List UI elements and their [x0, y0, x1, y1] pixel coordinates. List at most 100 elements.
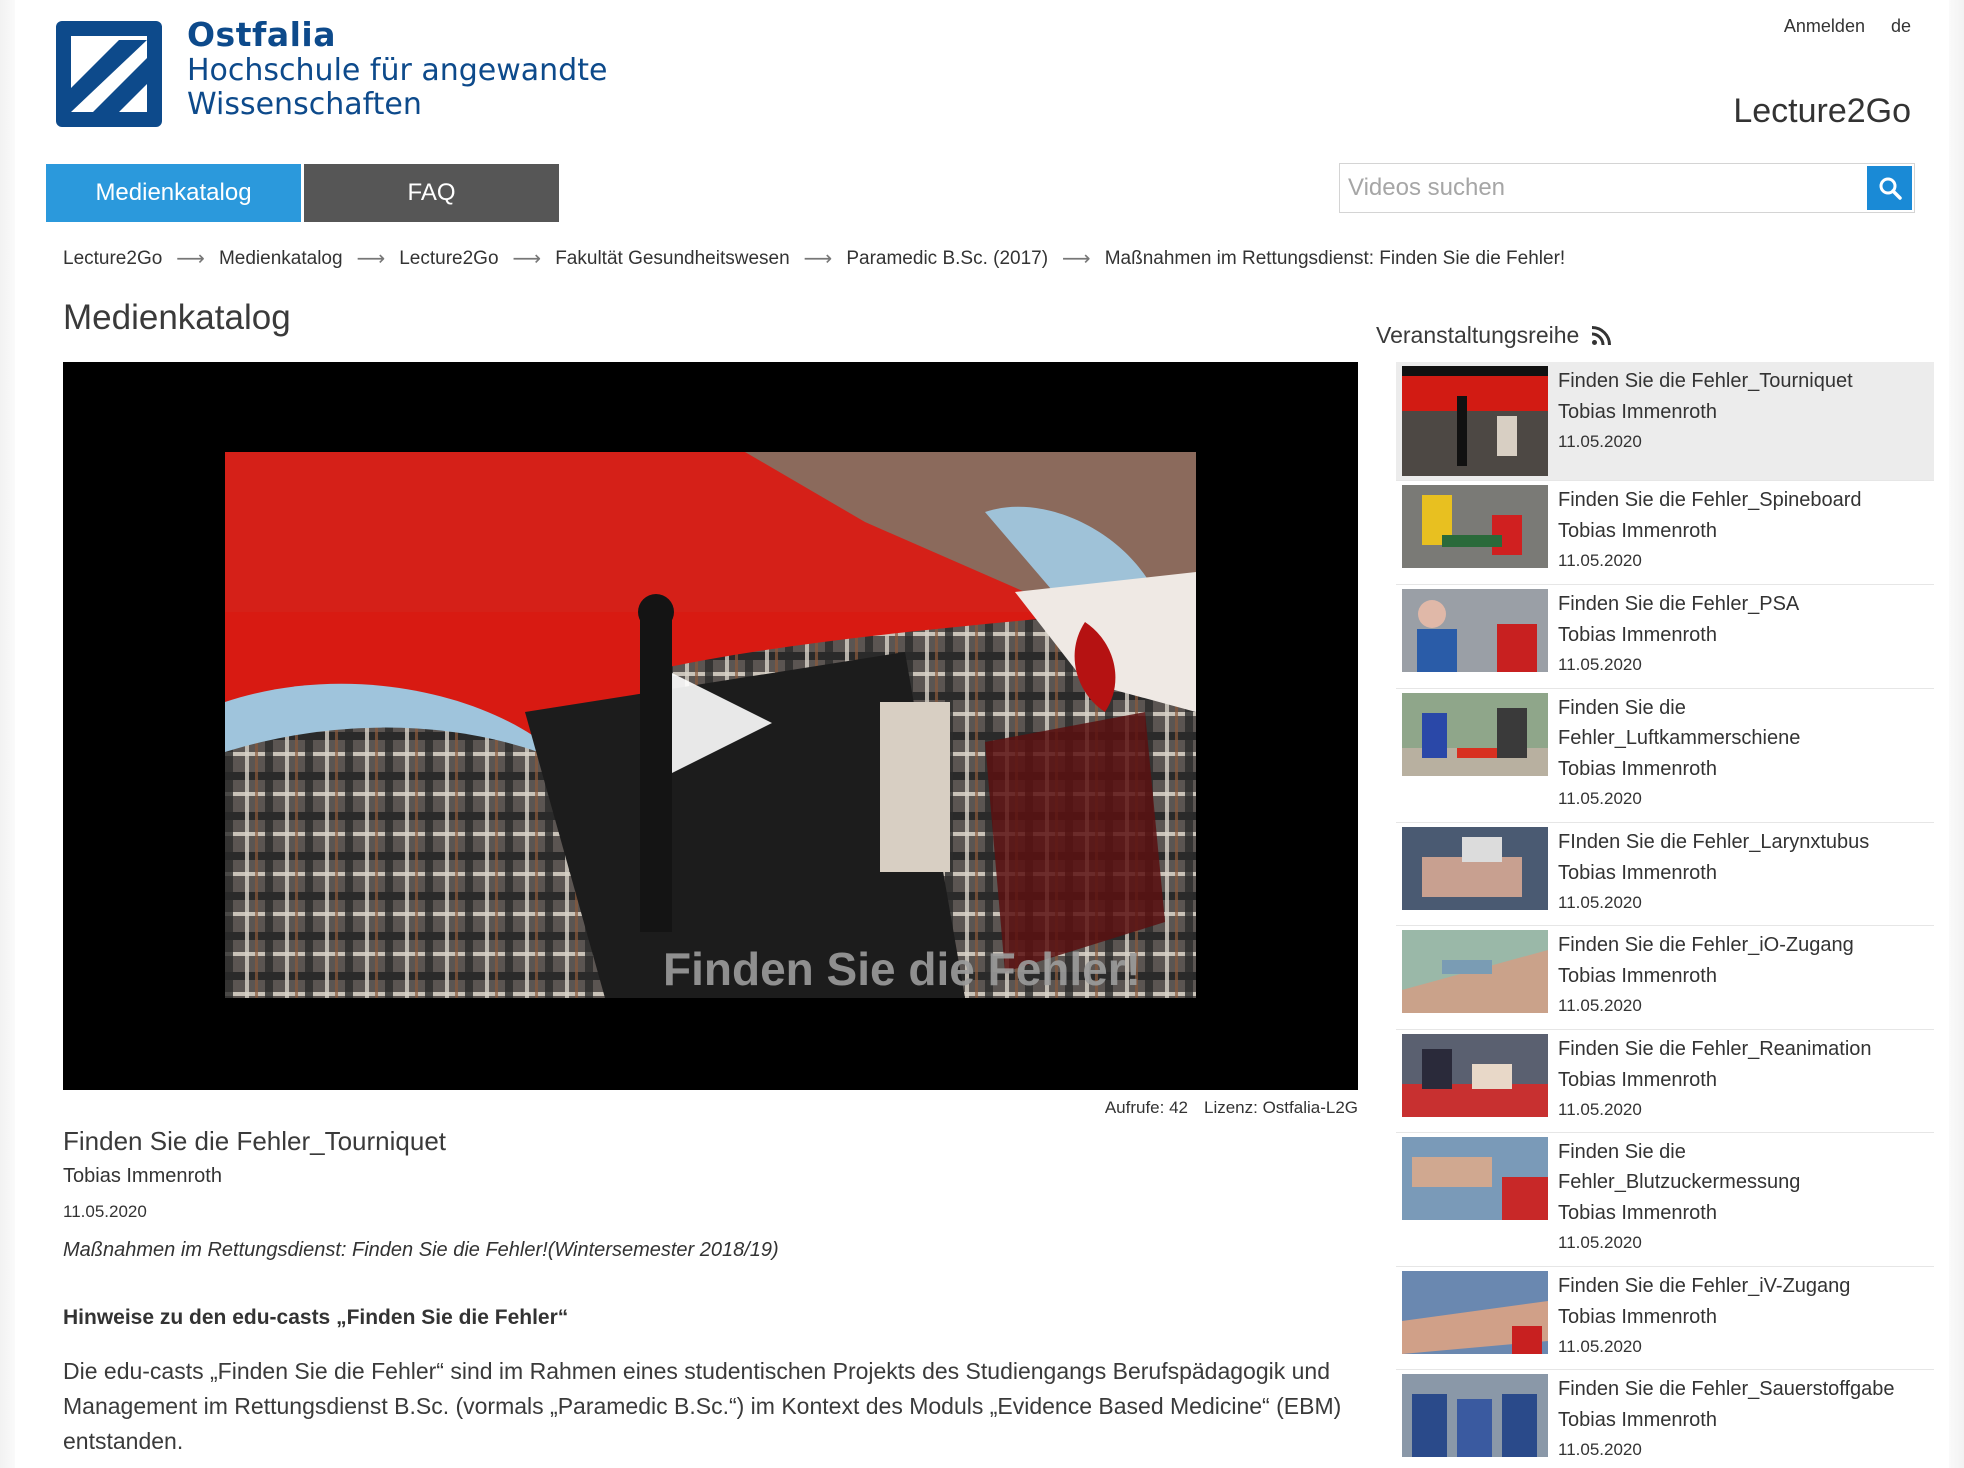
playlist-item-title[interactable]: Finden Sie die Fehler_Sauerstoffgabe: [1558, 1374, 1895, 1404]
playlist-info: Finden Sie die Fehler_iV-Zugang Tobias I…: [1558, 1271, 1850, 1365]
rss-icon[interactable]: [1591, 325, 1612, 346]
playlist-thumbnail: [1402, 1374, 1548, 1468]
playlist-thumbnail: [1402, 1034, 1548, 1128]
playlist-item[interactable]: FInden Sie die Fehler_Larynxtubus Tobias…: [1396, 823, 1934, 926]
playlist-info: Finden Sie die Fehler_PSA Tobias Immenro…: [1558, 589, 1799, 684]
playlist-item-title[interactable]: Finden Sie die Fehler_Tourniquet: [1558, 366, 1853, 396]
playlist-item[interactable]: Finden Sie die Fehler_iV-Zugang Tobias I…: [1396, 1267, 1934, 1370]
logo-line-2: Hochschule für angewandte: [187, 52, 608, 88]
playlist-item-author: Tobias Immenroth: [1558, 1409, 1717, 1431]
search-button[interactable]: [1867, 166, 1912, 210]
breadcrumb-separator: ⟶: [803, 248, 833, 270]
video-author[interactable]: Tobias Immenroth: [63, 1165, 222, 1188]
playlist-item-date: 11.05.2020: [1558, 551, 1642, 570]
playlist-item-title[interactable]: Finden Sie die Fehler_iV-Zugang: [1558, 1271, 1850, 1301]
video-overlay-text: Finden Sie die Fehler!: [663, 943, 1141, 995]
playlist-thumbnail: [1402, 693, 1548, 818]
logo-line-3: Wissenschaften: [187, 87, 422, 123]
playlist-item[interactable]: Finden Sie die Fehler_Luftkammerschiene …: [1396, 689, 1934, 823]
nav-item-medienkatalog[interactable]: Medienkatalog: [46, 164, 301, 222]
breadcrumb-item[interactable]: Lecture2Go: [63, 248, 162, 270]
playlist-info: Finden Sie die Fehler_Luftkammerschiene …: [1558, 693, 1818, 818]
playlist-item-author: Tobias Immenroth: [1558, 758, 1717, 780]
license-label: Lizenz: Ostfalia-L2G: [1203, 1098, 1358, 1117]
login-link[interactable]: Anmelden: [1784, 16, 1865, 37]
breadcrumb-item[interactable]: Paramedic B.Sc. (2017): [846, 248, 1048, 270]
breadcrumb-item-current: Maßnahmen im Rettungsdienst: Finden Sie …: [1104, 247, 1566, 269]
nav-item-faq[interactable]: FAQ: [304, 164, 559, 222]
playlist-item-title[interactable]: Finden Sie die Fehler_Luftkammerschiene: [1558, 693, 1818, 753]
playlist-item[interactable]: Finden Sie die Fehler_Tourniquet Tobias …: [1396, 362, 1934, 481]
playlist-thumbnail: [1402, 930, 1548, 1025]
breadcrumb-separator: ⟶: [512, 248, 542, 270]
brand-title: Lecture2Go: [1733, 92, 1911, 130]
playlist-item-author: Tobias Immenroth: [1558, 862, 1717, 884]
top-links: Anmelden de: [1784, 16, 1911, 37]
playlist-item-date: 11.05.2020: [1558, 432, 1642, 451]
playlist-item-author: Tobias Immenroth: [1558, 624, 1717, 646]
playlist-item-date: 11.05.2020: [1558, 1100, 1642, 1119]
search-icon: [1879, 177, 1902, 200]
playlist-item-title[interactable]: Finden Sie die Fehler_Blutzuckermessung: [1558, 1137, 1818, 1197]
playlist-item-date: 11.05.2020: [1558, 655, 1642, 674]
playlist-thumbnail: [1402, 827, 1548, 921]
video-series[interactable]: Maßnahmen im Rettungsdienst: Finden Sie …: [63, 1239, 779, 1262]
ostfalia-logo-icon: [56, 21, 162, 127]
playlist-item[interactable]: Finden Sie die Fehler_Reanimation Tobias…: [1396, 1030, 1934, 1133]
playlist-item-title[interactable]: Finden Sie die Fehler_Reanimation: [1558, 1034, 1872, 1064]
video-player[interactable]: Finden Sie die Fehler!: [63, 362, 1358, 1090]
breadcrumb: Lecture2Go ⟶ Medienkatalog ⟶ Lecture2Go …: [63, 246, 1565, 271]
playlist-item-author: Tobias Immenroth: [1558, 401, 1717, 423]
playlist-item-date: 11.05.2020: [1558, 893, 1642, 912]
video-date: 11.05.2020: [63, 1202, 147, 1221]
playlist-item-date: 11.05.2020: [1558, 1440, 1642, 1459]
playlist-info: Finden Sie die Fehler_Tourniquet Tobias …: [1558, 366, 1853, 476]
playlist-item-title[interactable]: FInden Sie die Fehler_Larynxtubus: [1558, 827, 1869, 857]
page: Ostfalia Hochschule für angewandte Wisse…: [15, 0, 1949, 1468]
breadcrumb-item[interactable]: Medienkatalog: [219, 248, 343, 270]
views-count: Aufrufe: 42: [1104, 1098, 1188, 1117]
playlist-item-date: 11.05.2020: [1558, 996, 1642, 1015]
series-title-label: Veranstaltungsreihe: [1376, 322, 1580, 348]
play-icon[interactable]: [668, 669, 774, 777]
video-title: Finden Sie die Fehler_Tourniquet: [63, 1126, 447, 1156]
logo-line-1: Ostfalia: [187, 15, 336, 54]
breadcrumb-item[interactable]: Fakultät Gesundheitswesen: [555, 248, 789, 270]
playlist-item-author: Tobias Immenroth: [1558, 965, 1717, 987]
breadcrumb-separator: ⟶: [1062, 248, 1091, 270]
language-link[interactable]: de: [1891, 16, 1911, 37]
playlist-item-author: Tobias Immenroth: [1558, 1306, 1717, 1328]
description-heading: Hinweise zu den edu-casts „Finden Sie di…: [63, 1306, 569, 1329]
playlist-item-title[interactable]: Finden Sie die Fehler_PSA: [1558, 589, 1799, 619]
series-title: Veranstaltungsreihe: [1376, 322, 1612, 349]
video-stats: Aufrufe: 42 Lizenz: Ostfalia-L2G: [1105, 1098, 1358, 1118]
main-nav: Medienkatalog FAQ: [46, 164, 559, 222]
playlist-thumbnail: [1402, 589, 1548, 684]
playlist-item-date: 11.05.2020: [1558, 789, 1642, 808]
playlist-item-date: 11.05.2020: [1558, 1233, 1642, 1252]
playlist-info: Finden Sie die Fehler_Spineboard Tobias …: [1558, 485, 1862, 580]
playlist-item-title[interactable]: Finden Sie die Fehler_Spineboard: [1558, 485, 1862, 515]
search-box: [1339, 163, 1915, 213]
playlist-item-date: 11.05.2020: [1558, 1337, 1642, 1356]
breadcrumb-item[interactable]: Lecture2Go: [399, 248, 498, 270]
playlist-thumbnail: [1402, 1137, 1548, 1262]
breadcrumb-separator: ⟶: [356, 248, 386, 270]
playlist-item[interactable]: Finden Sie die Fehler_Sauerstoffgabe Tob…: [1396, 1370, 1934, 1468]
playlist-info: Finden Sie die Fehler_iO-Zugang Tobias I…: [1558, 930, 1854, 1025]
description-text: Die edu-casts „Finden Sie die Fehler“ si…: [63, 1358, 1342, 1454]
playlist-item[interactable]: Finden Sie die Fehler_Blutzuckermessung …: [1396, 1133, 1934, 1267]
search-input[interactable]: [1340, 164, 1867, 212]
page-title: Medienkatalog: [63, 298, 291, 337]
playlist-item[interactable]: Finden Sie die Fehler_iO-Zugang Tobias I…: [1396, 926, 1934, 1030]
playlist-thumbnail: [1402, 366, 1548, 476]
playlist-item[interactable]: Finden Sie die Fehler_Spineboard Tobias …: [1396, 481, 1934, 585]
playlist-info: Finden Sie die Fehler_Sauerstoffgabe Tob…: [1558, 1374, 1895, 1468]
playlist-thumbnail: [1402, 1271, 1548, 1365]
playlist-item-title[interactable]: Finden Sie die Fehler_iO-Zugang: [1558, 930, 1854, 960]
ostfalia-logo[interactable]: Ostfalia Hochschule für angewandte Wisse…: [53, 16, 607, 130]
playlist-item[interactable]: Finden Sie die Fehler_PSA Tobias Immenro…: [1396, 585, 1934, 689]
logo-text: Ostfalia Hochschule für angewandte Wisse…: [187, 16, 607, 123]
playlist-thumbnail: [1402, 485, 1548, 580]
playlist: Finden Sie die Fehler_Tourniquet Tobias …: [1396, 362, 1934, 1468]
